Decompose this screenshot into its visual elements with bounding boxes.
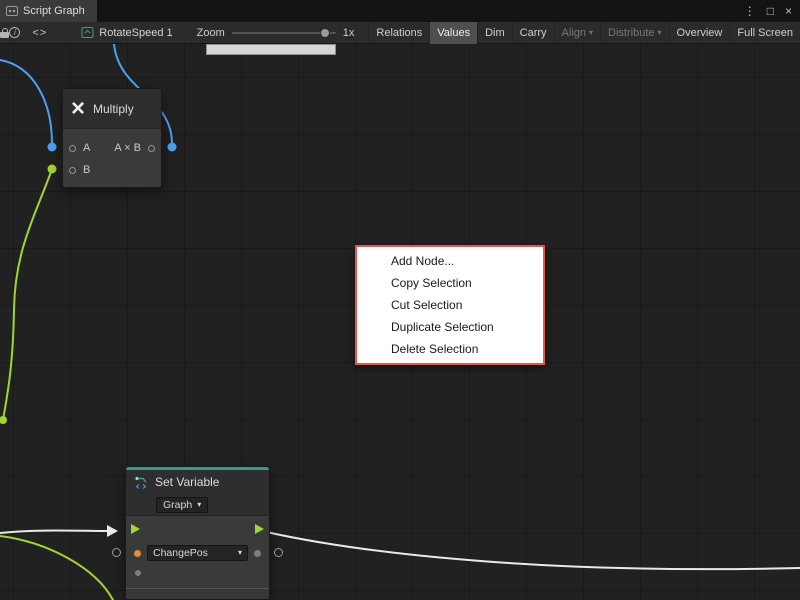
input-port-b[interactable]: [69, 167, 76, 174]
maximize-icon[interactable]: □: [767, 5, 774, 17]
lock-button[interactable]: [0, 22, 9, 44]
carry-button[interactable]: Carry: [512, 22, 554, 44]
wire-white-left[interactable]: [0, 531, 107, 534]
multiply-icon: ×: [71, 97, 85, 121]
flow-input-port[interactable]: [131, 524, 140, 534]
menu-item-cut-selection[interactable]: Cut Selection: [357, 294, 543, 316]
chevron-down-icon: ▾: [238, 549, 242, 557]
set-variable-icon: [134, 475, 149, 490]
menu-item-delete-selection[interactable]: Delete Selection: [357, 338, 543, 360]
wire-endpoint-green-edge[interactable]: [0, 416, 7, 424]
output-port-result[interactable]: [148, 145, 155, 152]
chevron-down-icon: ▾: [197, 501, 201, 509]
kebab-menu-icon[interactable]: ⋮: [744, 5, 756, 17]
node-multiply-header: × Multiply: [63, 89, 161, 129]
flow-output-port[interactable]: [255, 524, 264, 534]
node-set-variable[interactable]: Set Variable Graph ▾ ChangePos ▾: [125, 466, 270, 600]
align-dropdown[interactable]: Align ▾: [554, 22, 600, 44]
wire-endpoint-green-b[interactable]: [48, 165, 57, 174]
tab-script-graph[interactable]: Script Graph: [0, 0, 97, 22]
zoom-value: 1x: [343, 27, 355, 39]
input-port-a[interactable]: [69, 145, 76, 152]
relations-button[interactable]: Relations: [368, 22, 429, 44]
info-button[interactable]: i: [9, 22, 20, 44]
dim-button[interactable]: Dim: [477, 22, 512, 44]
wire-white-right[interactable]: [262, 531, 800, 569]
zoom-slider[interactable]: [232, 27, 336, 39]
window-controls: ⋮ □ ×: [744, 5, 792, 17]
flow-port-row: [126, 516, 269, 542]
canvas-overlay-field: [206, 44, 336, 55]
menu-item-duplicate-selection[interactable]: Duplicate Selection: [357, 316, 543, 338]
node-footer: [126, 588, 269, 599]
node-multiply[interactable]: × Multiply A A × B B: [62, 88, 162, 188]
zoom-label: Zoom: [197, 27, 225, 39]
overview-button[interactable]: Overview: [669, 22, 730, 44]
chevron-down-icon: ▾: [589, 29, 593, 37]
context-menu: Add Node... Copy Selection Cut Selection…: [355, 245, 545, 365]
values-button[interactable]: Values: [429, 22, 477, 44]
node-set-variable-title: Set Variable: [155, 475, 219, 489]
variable-name-dropdown[interactable]: ChangePos ▾: [147, 545, 248, 561]
chevron-down-icon: ▾: [658, 29, 662, 37]
code-icon: <>: [32, 27, 47, 39]
port-b-label: B: [83, 164, 90, 176]
toolbar-toggles: Relations Values Dim Carry Align ▾ Distr…: [368, 22, 800, 44]
node-set-variable-header: Set Variable: [126, 470, 269, 494]
zoom-slider-handle[interactable]: [320, 28, 330, 38]
distribute-dropdown[interactable]: Distribute ▾: [600, 22, 668, 44]
port-a-label: A: [83, 142, 90, 154]
variable-scope-dropdown[interactable]: Graph ▾: [156, 497, 208, 513]
value-port-row: ChangePos ▾: [126, 542, 269, 564]
port-row-b: B: [63, 159, 161, 181]
menu-item-add-node[interactable]: Add Node...: [357, 250, 543, 272]
external-port-ring-left[interactable]: [112, 548, 121, 557]
value-input-port[interactable]: [134, 550, 141, 557]
lock-icon: [0, 28, 9, 38]
graph-toolbar: i <> RotateSpeed 1 Zoom 1x Relations Val…: [0, 22, 800, 44]
wire-blue-left[interactable]: [0, 60, 52, 144]
wire-arrowhead-icon: [107, 525, 118, 537]
port-result-label: A × B: [114, 142, 141, 154]
wire-green-left[interactable]: [3, 169, 52, 420]
info-icon: i: [9, 27, 20, 38]
extra-port-row: [126, 564, 269, 582]
value-output-port[interactable]: [254, 550, 261, 557]
graph-name: RotateSpeed 1: [99, 27, 172, 39]
node-multiply-title: Multiply: [93, 102, 134, 116]
tab-title: Script Graph: [23, 5, 85, 17]
wire-green-bottom[interactable]: [0, 536, 113, 600]
wire-endpoint-blue-a[interactable]: [48, 143, 57, 152]
graph-canvas[interactable]: × Multiply A A × B B: [0, 44, 800, 600]
graph-breadcrumb[interactable]: RotateSpeed 1: [81, 26, 172, 39]
window-titlebar: Script Graph ⋮ □ ×: [0, 0, 800, 22]
external-port-ring-right[interactable]: [274, 548, 283, 557]
port-row-a: A A × B: [63, 137, 161, 159]
script-graph-icon: [6, 5, 18, 17]
node-multiply-body: A A × B B: [63, 129, 161, 189]
close-icon[interactable]: ×: [785, 5, 792, 17]
node-set-variable-subheader: Graph ▾: [126, 494, 269, 516]
extra-port[interactable]: [135, 570, 141, 576]
wire-endpoint-blue-result[interactable]: [168, 143, 177, 152]
graph-asset-icon: [81, 26, 94, 39]
code-view-button[interactable]: <>: [30, 22, 49, 44]
full-screen-button[interactable]: Full Screen: [729, 22, 800, 44]
zoom-control: Zoom 1x: [197, 27, 355, 39]
menu-item-copy-selection[interactable]: Copy Selection: [357, 272, 543, 294]
